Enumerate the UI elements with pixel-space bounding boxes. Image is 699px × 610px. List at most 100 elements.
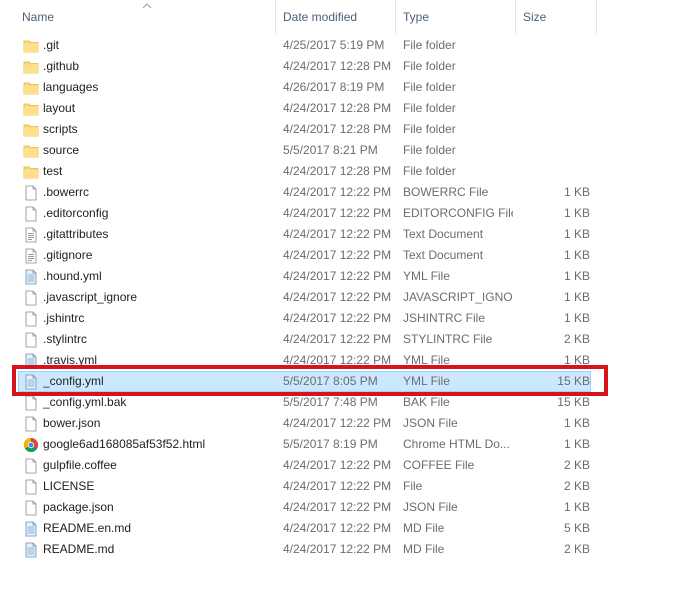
file-date-modified: 4/24/2017 12:22 PM bbox=[283, 185, 392, 199]
file-date-modified: 4/24/2017 12:28 PM bbox=[283, 101, 392, 115]
file-name: google6ad168085af53f52.html bbox=[43, 437, 206, 451]
file-name: package.json bbox=[43, 500, 114, 514]
file-size: 1 KB bbox=[563, 185, 590, 199]
file-row[interactable]: test 4/24/2017 12:28 PM File folder bbox=[18, 161, 591, 182]
file-row[interactable]: README.en.md 4/24/2017 12:22 PM MD File 5 K… bbox=[18, 518, 591, 539]
file-type: Text Document bbox=[403, 248, 484, 262]
file-row[interactable]: gulpfile.coffee 4/24/2017 12:22 PM COFFEE … bbox=[18, 455, 591, 476]
blank-file-icon bbox=[23, 414, 39, 433]
file-size bbox=[519, 120, 590, 139]
file-row[interactable]: README.md 4/24/2017 12:22 PM MD File 2 KB bbox=[18, 539, 591, 560]
file-type: EDITORCONFIG File bbox=[403, 206, 513, 220]
file-size bbox=[519, 57, 590, 76]
file-row[interactable]: package.json 4/24/2017 12:22 PM JSON File 1… bbox=[18, 497, 591, 518]
blank-file-icon bbox=[23, 183, 39, 202]
folder-icon bbox=[23, 57, 39, 76]
file-date-modified: 4/24/2017 12:22 PM bbox=[283, 458, 392, 472]
file-type: Chrome HTML Do... bbox=[403, 437, 510, 451]
file-name: scripts bbox=[43, 122, 78, 136]
file-size bbox=[519, 141, 590, 160]
file-name: .gitattributes bbox=[43, 227, 109, 241]
file-row[interactable]: google6ad168085af53f52.html 5/5/2017 8:19… bbox=[18, 434, 591, 455]
file-date-modified: 4/24/2017 12:22 PM bbox=[283, 500, 392, 514]
column-header-size-label: Size bbox=[523, 10, 547, 24]
file-row[interactable]: .bowerrc 4/24/2017 12:22 PM BOWERRC File 1 … bbox=[18, 182, 591, 203]
file-date-modified: 4/24/2017 12:28 PM bbox=[283, 122, 392, 136]
file-row[interactable]: .jshintrc 4/24/2017 12:22 PM JSHINTRC File… bbox=[18, 308, 591, 329]
file-row[interactable]: .editorconfig 4/24/2017 12:22 PM EDITORCON… bbox=[18, 203, 591, 224]
file-type: JSHINTRC File bbox=[403, 311, 486, 325]
file-size: 2 KB bbox=[563, 458, 590, 472]
file-type: File folder bbox=[403, 143, 456, 157]
file-name: test bbox=[43, 164, 63, 178]
file-type: JSON File bbox=[403, 416, 458, 430]
file-row[interactable]: .stylintrc 4/24/2017 12:22 PM STYLINTRC Fi… bbox=[18, 329, 591, 350]
file-name: .bowerrc bbox=[43, 185, 90, 199]
yml-file-icon bbox=[23, 267, 39, 286]
blank-file-icon bbox=[23, 498, 39, 517]
file-type: File folder bbox=[403, 164, 456, 178]
file-name: .editorconfig bbox=[43, 206, 109, 220]
file-date-modified: 4/24/2017 12:22 PM bbox=[283, 248, 392, 262]
file-row[interactable]: bower.json 4/24/2017 12:22 PM JSON File 1 K… bbox=[18, 413, 591, 434]
file-row[interactable]: LICENSE 4/24/2017 12:22 PM File 2 KB bbox=[18, 476, 591, 497]
column-header-type-label: Type bbox=[403, 10, 430, 24]
text-file-icon bbox=[23, 225, 39, 244]
file-size: 1 KB bbox=[563, 269, 590, 283]
folder-icon bbox=[23, 120, 39, 139]
file-name: .gitignore bbox=[43, 248, 93, 262]
file-row[interactable]: languages 4/26/2017 8:19 PM File folder bbox=[18, 77, 591, 98]
file-type: BOWERRC File bbox=[403, 185, 489, 199]
file-type: File folder bbox=[403, 101, 456, 115]
file-date-modified: 4/24/2017 12:22 PM bbox=[283, 269, 392, 283]
file-row[interactable]: .git 4/25/2017 5:19 PM File folder bbox=[18, 35, 591, 56]
file-name: gulpfile.coffee bbox=[43, 458, 117, 472]
file-row[interactable]: scripts 4/24/2017 12:28 PM File folder bbox=[18, 119, 591, 140]
file-name: languages bbox=[43, 80, 99, 94]
folder-icon bbox=[23, 78, 39, 97]
file-type: STYLINTRC File bbox=[403, 332, 493, 346]
yml-file-icon bbox=[23, 540, 39, 559]
file-name: .stylintrc bbox=[43, 332, 88, 346]
file-type: JAVASCRIPT_IGNO... bbox=[403, 290, 513, 304]
file-date-modified: 4/24/2017 12:22 PM bbox=[283, 521, 392, 535]
blank-file-icon bbox=[23, 330, 39, 349]
column-header-name-label: Name bbox=[22, 10, 55, 24]
file-type: File folder bbox=[403, 59, 456, 73]
blank-file-icon bbox=[23, 477, 39, 496]
blank-file-icon bbox=[23, 288, 39, 307]
file-size: 1 KB bbox=[563, 227, 590, 241]
file-row[interactable]: .gitattributes 4/24/2017 12:22 PM Text Doc… bbox=[18, 224, 591, 245]
file-date-modified: 4/24/2017 12:22 PM bbox=[283, 311, 392, 325]
blank-file-icon bbox=[23, 204, 39, 223]
file-type: File folder bbox=[403, 38, 456, 52]
file-name: layout bbox=[43, 101, 76, 115]
file-row[interactable]: .javascript_ignore 4/24/2017 12:22 PM JAVA… bbox=[18, 287, 591, 308]
yml-file-icon bbox=[23, 519, 39, 538]
sort-ascending-icon bbox=[142, 3, 152, 9]
highlight-annotation bbox=[12, 365, 608, 396]
file-row[interactable]: .gitignore 4/24/2017 12:22 PM Text Documen… bbox=[18, 245, 591, 266]
file-date-modified: 4/24/2017 12:22 PM bbox=[283, 227, 392, 241]
file-row[interactable]: .github 4/24/2017 12:28 PM File folder bbox=[18, 56, 591, 77]
file-date-modified: 4/25/2017 5:19 PM bbox=[283, 38, 385, 52]
column-header-date[interactable]: Date modified bbox=[276, 0, 396, 34]
file-date-modified: 4/24/2017 12:22 PM bbox=[283, 290, 392, 304]
file-date-modified: 4/24/2017 12:28 PM bbox=[283, 164, 392, 178]
file-name: README.en.md bbox=[43, 521, 132, 535]
file-size bbox=[519, 99, 590, 118]
file-name: .hound.yml bbox=[43, 269, 102, 283]
file-row[interactable]: source 5/5/2017 8:21 PM File folder bbox=[18, 140, 591, 161]
column-header-type[interactable]: Type bbox=[396, 0, 516, 34]
file-type: File folder bbox=[403, 80, 456, 94]
file-size: 5 KB bbox=[563, 521, 590, 535]
file-type: COFFEE File bbox=[403, 458, 475, 472]
file-size: 1 KB bbox=[563, 248, 590, 262]
file-row[interactable]: layout 4/24/2017 12:28 PM File folder bbox=[18, 98, 591, 119]
file-name: README.md bbox=[43, 542, 115, 556]
chrome-icon bbox=[23, 435, 39, 454]
file-size: 1 KB bbox=[563, 311, 590, 325]
column-header-size[interactable]: Size bbox=[516, 0, 597, 34]
file-row[interactable]: .hound.yml 4/24/2017 12:22 PM YML File 1 KB bbox=[18, 266, 591, 287]
file-date-modified: 4/24/2017 12:22 PM bbox=[283, 206, 392, 220]
